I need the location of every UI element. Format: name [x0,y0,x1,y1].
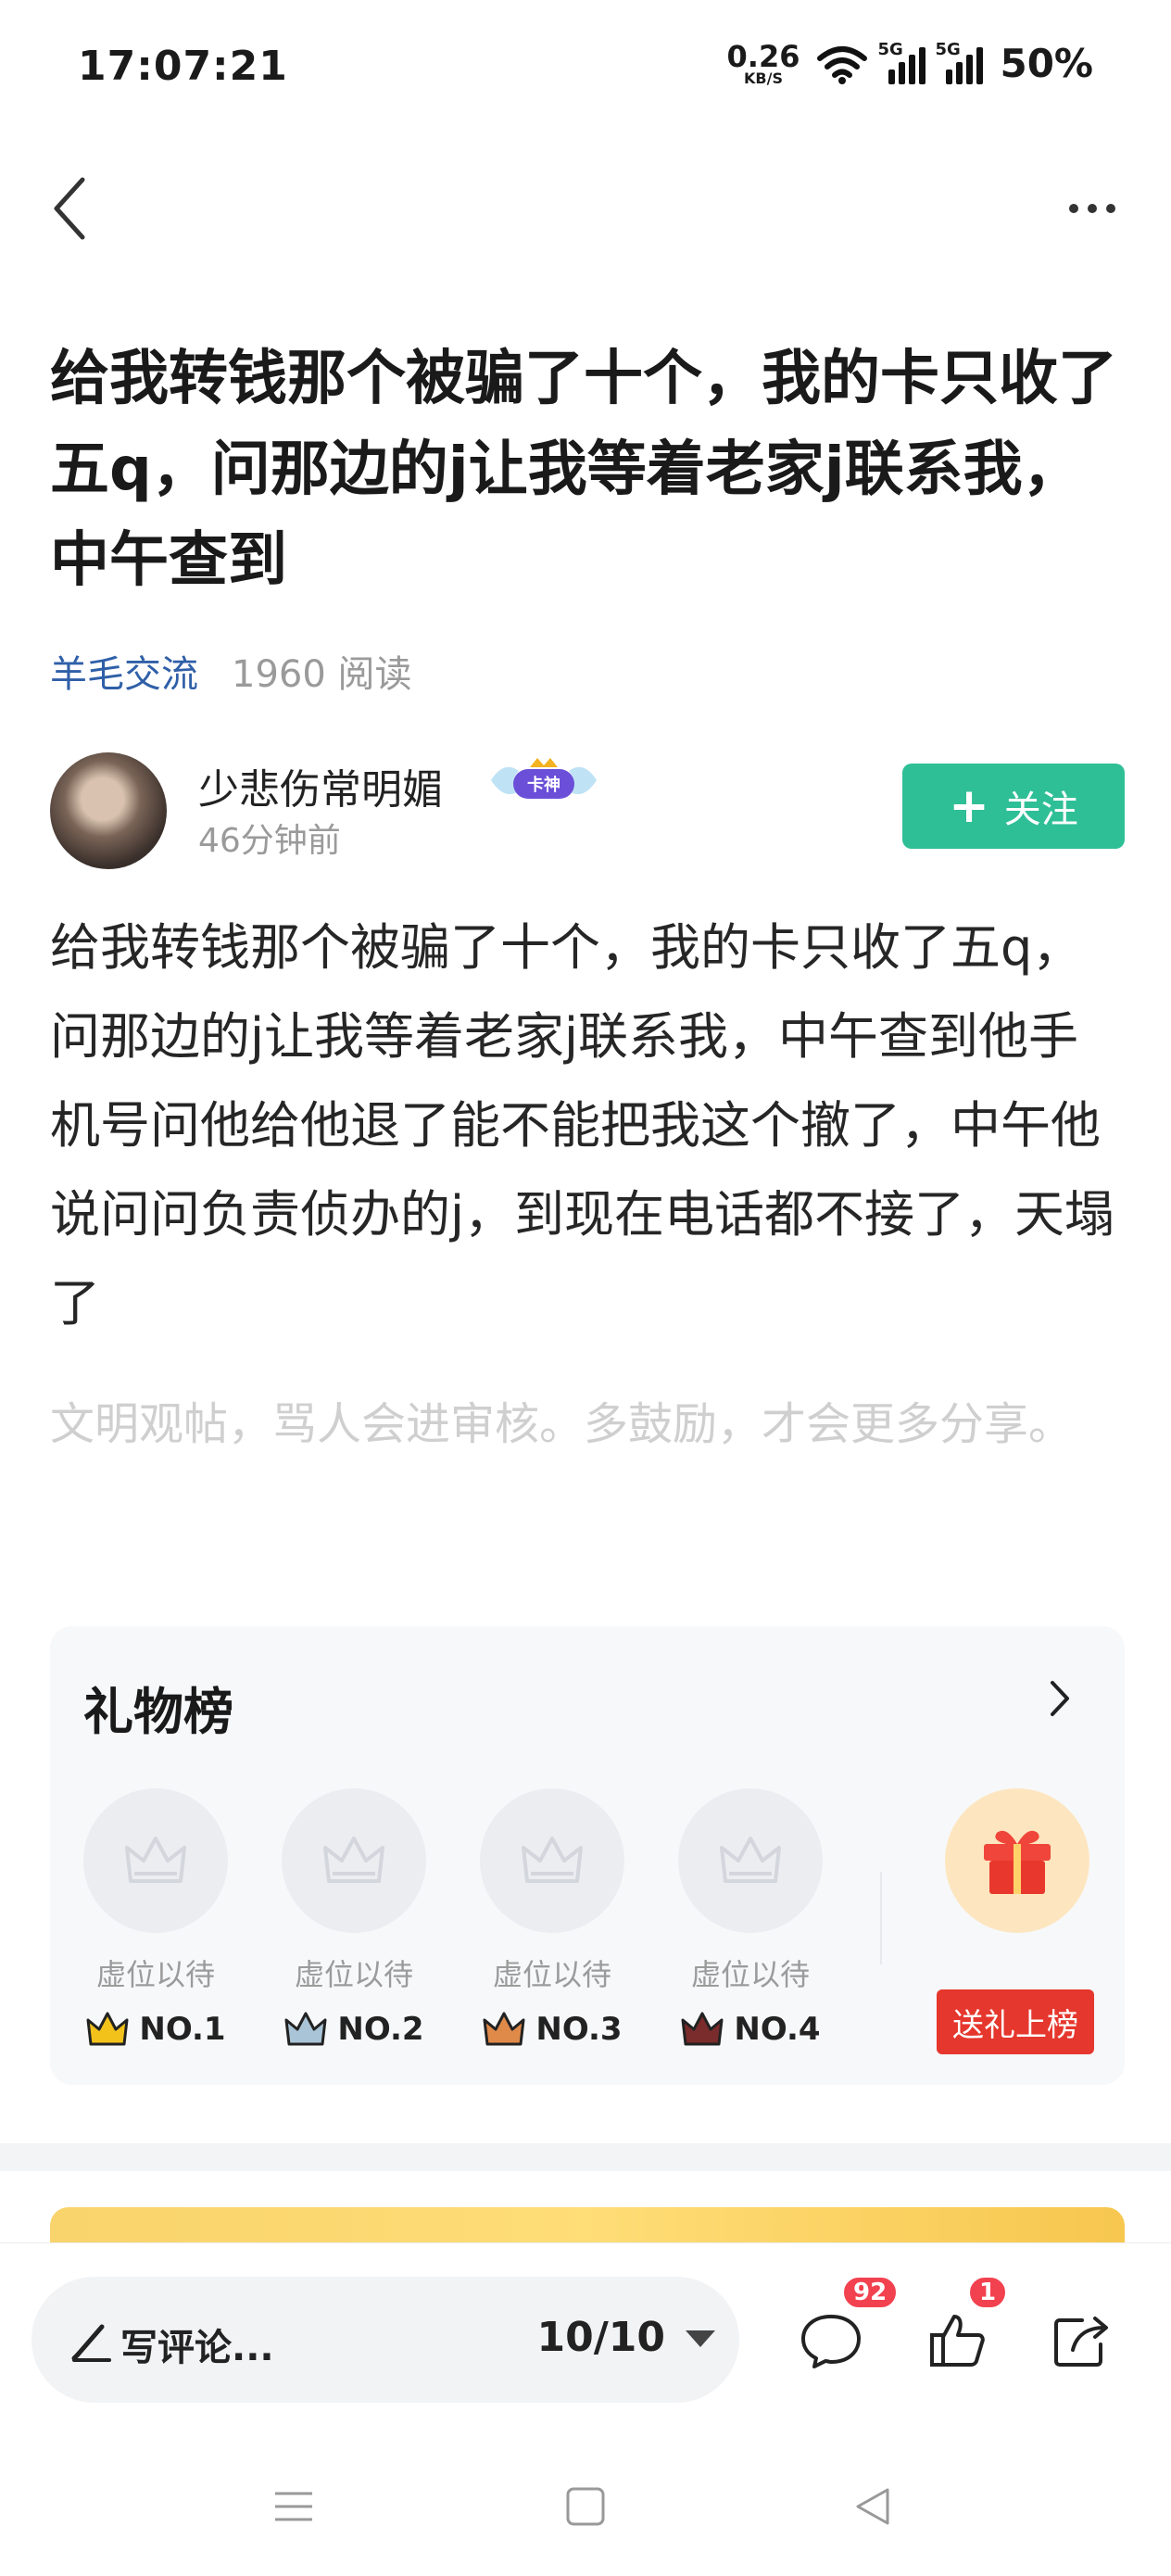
page-indicator[interactable]: 10/10 [536,2314,665,2361]
gift-slot-2[interactable]: 虚位以待 NO.2 [282,1788,426,2048]
comment-bubble-icon [801,2315,861,2368]
gift-slot-rank: NO.4 [734,2011,821,2048]
crown-placeholder-icon [323,1837,384,1883]
promo-banner[interactable] [50,2207,1125,2244]
comment-count-badge: 92 [841,2275,900,2310]
comment-input[interactable]: 写评论... 10/10 [31,2277,739,2403]
post-body: 给我转钱那个被骗了十个，我的卡只收了五q，问那边的j让我等着老家j联系我，中午查… [50,918,1115,1332]
sim1-label: 5G [877,39,903,59]
gift-slot-rank: NO.3 [535,2011,623,2048]
gift-slot-label: 虚位以待 [492,1957,611,1992]
chevron-left-icon [54,177,85,240]
pencil-icon [71,2324,111,2362]
like-count-badge: 1 [967,2275,1009,2310]
comments-button[interactable]: 92 [789,2275,900,2382]
back-button[interactable] [28,167,111,250]
signal-icon-sim1: 5G [877,40,926,84]
square-home-icon [566,2487,605,2526]
section-divider [0,2143,1171,2171]
avatar[interactable] [50,752,167,869]
signal-icon-sim2: 5G [935,40,984,84]
chevron-right-icon [1051,1681,1069,1716]
gift-slot-rank: NO.1 [139,2011,226,2048]
gift-separator [880,1872,882,1964]
crown-placeholder-icon [522,1837,583,1883]
gift-slot-1[interactable]: 虚位以待 NO.1 [83,1788,228,2048]
post-category-link[interactable]: 羊毛交流 [50,644,198,698]
share-button[interactable] [1039,2299,1123,2382]
top-nav [0,158,1171,259]
send-gift-button[interactable]: 送礼上榜 [937,1989,1094,2054]
triangle-back-icon [856,2488,889,2525]
crown-placeholder-icon [125,1837,186,1883]
gift-slot-rank: NO.2 [337,2011,424,2048]
crown-bronze-icon [483,2012,525,2046]
network-speed-unit: KB/S [744,69,783,87]
author-badge: 卡神 [491,758,597,799]
menu-lines-icon [275,2492,312,2521]
gift-board: 礼物榜 虚位以待 NO.1 虚位以待 NO.2 虚位以待 NO.3 虚位以待 N… [50,1626,1125,2085]
battery-level: 50% [1000,41,1093,86]
home-button[interactable] [548,2469,623,2544]
gift-slot-4[interactable]: 虚位以待 NO.4 [678,1788,823,2048]
crown-dark-icon [681,2012,724,2046]
author-name[interactable]: 少悲伤常明媚 [198,756,443,815]
plus-icon: + [949,778,989,834]
network-speed-value: 0.26 [726,38,800,74]
gift-board-title: 礼物榜 [83,1683,233,1741]
caret-down-icon[interactable] [686,2330,715,2347]
status-time: 17:07:21 [78,43,288,90]
gift-board-more-button[interactable] [1032,1671,1088,1726]
status-bar: 17:07:21 0.26 KB/S 5G 5G 50% [0,0,1171,139]
post-title: 给我转钱那个被骗了十个，我的卡只收了五q，问那边的j让我等着老家j联系我，中午查… [50,345,1117,595]
read-count: 1960 阅读 [232,653,412,696]
crown-silver-icon [284,2012,327,2046]
gift-slot-label: 虚位以待 [95,1957,215,1992]
like-button[interactable]: 1 [915,2275,1009,2382]
recent-apps-button[interactable] [257,2469,331,2544]
more-dots-icon [1069,204,1078,213]
gift-slot-label: 虚位以待 [690,1957,810,1992]
author-row: 少悲伤常明媚 卡神 46分钟前 + 关注 [50,752,1125,873]
thumbs-up-icon [930,2315,985,2367]
network-speed: 0.26 KB/S [727,42,800,86]
wifi-icon [817,45,868,84]
crown-gold-icon [86,2012,129,2046]
status-indicators: 0.26 KB/S 5G 5G 50% [727,40,1093,87]
author-badge-label: 卡神 [527,775,560,795]
post-meta: 羊毛交流 1960 阅读 [50,644,412,698]
system-back-button[interactable] [836,2469,910,2544]
crown-placeholder-icon [720,1837,781,1883]
follow-button[interactable]: + 关注 [902,764,1125,849]
gift-box-button[interactable] [945,1788,1089,1933]
follow-label: 关注 [1003,789,1078,831]
gift-box-icon [984,1830,1051,1894]
post-time: 46分钟前 [198,822,341,860]
share-icon [1054,2317,1108,2367]
gift-slot-label: 虚位以待 [294,1957,413,1992]
gift-slot-3[interactable]: 虚位以待 NO.3 [480,1788,624,2048]
comment-placeholder: 写评论... [120,2327,274,2369]
civility-hint: 文明观帖，骂人会进审核。多鼓励，才会更多分享。 [50,1398,1074,1450]
bottom-action-bar: 写评论... 10/10 92 1 [0,2242,1171,2428]
system-nav-bar [0,2428,1171,2576]
sim2-label: 5G [935,39,961,59]
more-button[interactable] [1051,167,1134,250]
